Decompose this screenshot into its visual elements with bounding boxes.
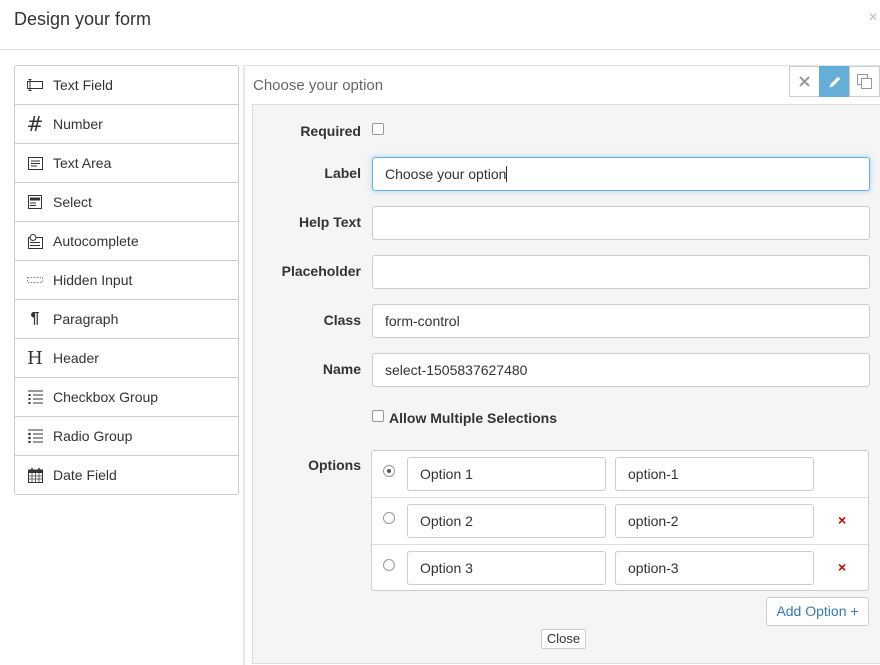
- option-value-input[interactable]: option-1: [615, 457, 814, 491]
- palette-item-paragraph[interactable]: ¶ Paragraph: [15, 300, 238, 339]
- palette-item-autocomplete[interactable]: Autocomplete: [15, 222, 238, 261]
- required-checkbox[interactable]: [372, 123, 384, 135]
- placeholder-input[interactable]: [372, 255, 870, 289]
- palette-item-label: Radio Group: [53, 428, 133, 444]
- name-input[interactable]: select-1505837627480: [372, 353, 870, 387]
- close-edit-button[interactable]: Close: [541, 629, 586, 649]
- copy-icon: [857, 74, 872, 89]
- options-list: Option 1 option-1 Option 2 option-2 × Op…: [371, 450, 869, 591]
- form-stage: Choose your option Required Label Choose…: [243, 65, 880, 665]
- add-option-button[interactable]: Add Option +: [766, 597, 869, 626]
- palette-item-checkbox-group[interactable]: Checkbox Group: [15, 378, 238, 417]
- remove-option-button[interactable]: ×: [838, 512, 846, 528]
- label-label: Label: [324, 165, 361, 181]
- palette-item-label: Text Field: [53, 77, 113, 93]
- modal-title: Design your form: [14, 9, 152, 29]
- option-default-radio[interactable]: [383, 559, 395, 571]
- modal-header: Design your form ×: [0, 0, 880, 50]
- multiple-label: Allow Multiple Selections: [389, 410, 558, 426]
- control-palette: Text Field # Number Text Area Select Aut…: [14, 65, 239, 495]
- palette-item-label: Hidden Input: [53, 272, 133, 288]
- header-icon: H: [27, 347, 43, 369]
- text-caret: [506, 166, 508, 182]
- palette-item-text-area[interactable]: Text Area: [15, 144, 238, 183]
- class-label: Class: [323, 312, 361, 328]
- hash-icon: #: [26, 112, 44, 136]
- palette-item-radio-group[interactable]: Radio Group: [15, 417, 238, 456]
- field-edit-panel: Required Label Choose your option Help T…: [252, 104, 880, 664]
- palette-item-label: Header: [53, 350, 99, 366]
- palette-item-date-field[interactable]: Date Field: [15, 456, 238, 494]
- required-label: Required: [300, 123, 361, 139]
- checkbox-group-icon: [26, 388, 44, 406]
- label-input[interactable]: Choose your option: [372, 157, 870, 191]
- close-icon: [799, 76, 810, 87]
- help-text-input[interactable]: [372, 206, 870, 240]
- text-area-icon: [26, 154, 44, 172]
- remove-field-button[interactable]: [789, 66, 820, 97]
- option-label-input[interactable]: Option 1: [407, 457, 606, 491]
- palette-item-hidden-input[interactable]: Hidden Input: [15, 261, 238, 300]
- name-label: Name: [322, 361, 361, 377]
- label-input-value: Choose your option: [385, 166, 507, 182]
- option-label-input[interactable]: Option 2: [407, 504, 606, 538]
- option-row: Option 2 option-2 ×: [372, 498, 868, 545]
- placeholder-label: Placeholder: [281, 263, 361, 279]
- option-value-input[interactable]: option-3: [615, 551, 814, 585]
- multiple-checkbox[interactable]: [372, 410, 384, 422]
- option-value-input[interactable]: option-2: [615, 504, 814, 538]
- option-row: Option 3 option-3 ×: [372, 545, 868, 592]
- option-default-radio[interactable]: [383, 512, 395, 524]
- class-input[interactable]: form-control: [372, 304, 870, 338]
- select-icon: [26, 193, 44, 211]
- palette-item-label: Select: [53, 194, 92, 210]
- palette-item-header[interactable]: H Header: [15, 339, 238, 378]
- palette-item-select[interactable]: Select: [15, 183, 238, 222]
- palette-item-label: Checkbox Group: [53, 389, 159, 405]
- field-title: Choose your option: [253, 77, 384, 94]
- option-label-input[interactable]: Option 3: [407, 551, 606, 585]
- calendar-icon: [26, 466, 44, 484]
- option-default-radio[interactable]: [383, 465, 395, 477]
- option-row: Option 1 option-1: [372, 451, 868, 498]
- palette-item-label: Text Area: [53, 155, 112, 171]
- palette-item-text-field[interactable]: Text Field: [15, 66, 238, 105]
- radio-group-icon: [26, 427, 44, 445]
- help-text-label: Help Text: [299, 214, 361, 230]
- remove-option-button[interactable]: ×: [838, 559, 846, 575]
- options-label: Options: [308, 457, 361, 473]
- field-actions: [789, 66, 880, 97]
- pencil-icon: [829, 76, 840, 87]
- modal-close-button[interactable]: ×: [866, 8, 880, 28]
- hidden-input-icon: [26, 271, 44, 289]
- palette-item-number[interactable]: # Number: [15, 105, 238, 144]
- edit-field-button[interactable]: [819, 66, 850, 97]
- text-field-icon: [26, 76, 44, 94]
- copy-field-button[interactable]: [849, 66, 880, 97]
- palette-item-label: Number: [53, 116, 103, 132]
- pilcrow-icon: ¶: [30, 310, 40, 327]
- palette-item-label: Paragraph: [53, 311, 119, 327]
- palette-item-label: Autocomplete: [53, 233, 139, 249]
- autocomplete-icon: [26, 232, 44, 250]
- palette-item-label: Date Field: [53, 467, 117, 483]
